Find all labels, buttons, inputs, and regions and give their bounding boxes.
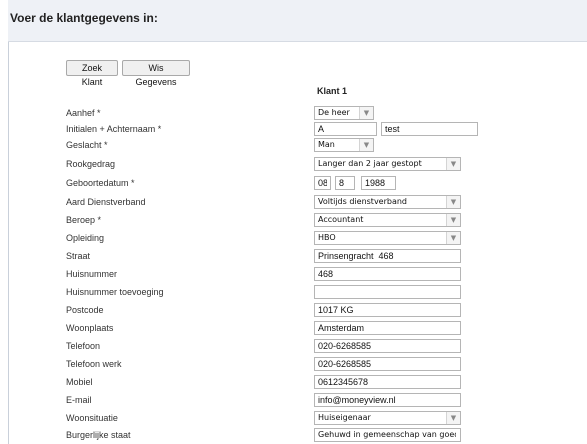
mobiel-input[interactable] bbox=[314, 375, 461, 389]
label-postcode: Postcode bbox=[66, 305, 104, 315]
label-woonplaats: Woonplaats bbox=[66, 323, 114, 333]
label-mobiel: Mobiel bbox=[66, 377, 93, 387]
row-woonplaats: Woonplaats bbox=[0, 321, 587, 335]
burgerlijke-staat-select[interactable]: Gehuwd in gemeenschap van goederen bbox=[314, 428, 461, 442]
row-straat: Straat bbox=[0, 249, 587, 263]
row-mobiel: Mobiel bbox=[0, 375, 587, 389]
row-woonsituatie: Woonsituatie Huiseigenaar ▼ bbox=[0, 411, 587, 425]
label-woonsituatie: Woonsituatie bbox=[66, 413, 118, 423]
chevron-down-icon: ▼ bbox=[359, 107, 373, 119]
row-toevoeging: Huisnummer toevoeging bbox=[0, 285, 587, 299]
geslacht-select[interactable]: Man ▼ bbox=[314, 138, 374, 152]
row-telefoon: Telefoon bbox=[0, 339, 587, 353]
label-burgerlijke-staat: Burgerlijke staat bbox=[66, 430, 131, 440]
chevron-down-icon: ▼ bbox=[446, 232, 460, 244]
label-telefoon: Telefoon bbox=[66, 341, 101, 351]
row-dienstverband: Aard Dienstverband Voltijds dienstverban… bbox=[0, 195, 587, 209]
beroep-value: Accountant bbox=[318, 215, 364, 224]
telefoon-werk-input[interactable] bbox=[314, 357, 461, 371]
opleiding-select[interactable]: HBO ▼ bbox=[314, 231, 461, 245]
dienstverband-select[interactable]: Voltijds dienstverband ▼ bbox=[314, 195, 461, 209]
chevron-down-icon: ▼ bbox=[446, 412, 460, 424]
label-rookgedrag: Rookgedrag bbox=[66, 159, 116, 169]
row-rookgedrag: Rookgedrag Langer dan 2 jaar gestopt ▼ bbox=[0, 157, 587, 171]
rookgedrag-select[interactable]: Langer dan 2 jaar gestopt ▼ bbox=[314, 157, 461, 171]
label-geboortedatum: Geboortedatum * bbox=[66, 178, 135, 188]
woonsituatie-value: Huiseigenaar bbox=[318, 413, 371, 422]
aanhef-value: De heer bbox=[318, 108, 350, 117]
label-dienstverband: Aard Dienstverband bbox=[66, 197, 146, 207]
email-input[interactable] bbox=[314, 393, 461, 407]
dienstverband-value: Voltijds dienstverband bbox=[318, 197, 408, 206]
row-opleiding: Opleiding HBO ▼ bbox=[0, 231, 587, 245]
opleiding-value: HBO bbox=[318, 233, 336, 242]
page-title: Voer de klantgegevens in: bbox=[10, 11, 158, 25]
burgerlijke-staat-value: Gehuwd in gemeenschap van goederen bbox=[318, 430, 456, 439]
rookgedrag-value: Langer dan 2 jaar gestopt bbox=[318, 159, 422, 168]
row-geboortedatum: Geboortedatum * bbox=[0, 176, 587, 190]
label-email: E-mail bbox=[66, 395, 92, 405]
straat-input[interactable] bbox=[314, 249, 461, 263]
page-header: Voer de klantgegevens in: bbox=[8, 0, 587, 42]
zoek-klant-button[interactable]: Zoek Klant bbox=[66, 60, 118, 87]
initialen-input[interactable] bbox=[314, 122, 377, 136]
label-toevoeging: Huisnummer toevoeging bbox=[66, 287, 164, 297]
aanhef-select[interactable]: De heer ▼ bbox=[314, 106, 374, 120]
label-initialen: Initialen + Achternaam * bbox=[66, 124, 162, 134]
label-aanhef: Aanhef * bbox=[66, 108, 101, 118]
row-beroep: Beroep * Accountant ▼ bbox=[0, 213, 587, 227]
geboortedatum-maand-input[interactable] bbox=[335, 176, 355, 190]
row-burgerlijke-staat: Burgerlijke staat Gehuwd in gemeenschap … bbox=[0, 428, 587, 442]
label-opleiding: Opleiding bbox=[66, 233, 105, 243]
chevron-down-icon: ▼ bbox=[359, 139, 373, 151]
woonsituatie-select[interactable]: Huiseigenaar ▼ bbox=[314, 411, 461, 425]
label-telefoon-werk: Telefoon werk bbox=[66, 359, 122, 369]
label-huisnummer: Huisnummer bbox=[66, 269, 118, 279]
huisnummer-input[interactable] bbox=[314, 267, 461, 281]
chevron-down-icon: ▼ bbox=[446, 214, 460, 226]
row-telefoon-werk: Telefoon werk bbox=[0, 357, 587, 371]
toevoeging-input[interactable] bbox=[314, 285, 461, 299]
row-email: E-mail bbox=[0, 393, 587, 407]
chevron-down-icon: ▼ bbox=[446, 196, 460, 208]
row-huisnummer: Huisnummer bbox=[0, 267, 587, 281]
chevron-down-icon: ▼ bbox=[446, 158, 460, 170]
wis-gegevens-button[interactable]: Wis Gegevens bbox=[122, 60, 190, 87]
row-aanhef: Aanhef * De heer ▼ bbox=[0, 106, 587, 120]
geboortedatum-dag-input[interactable] bbox=[314, 176, 331, 190]
label-beroep: Beroep * bbox=[66, 215, 102, 225]
column-title: Klant 1 bbox=[317, 86, 348, 96]
row-initialen: Initialen + Achternaam * bbox=[0, 122, 587, 136]
geslacht-value: Man bbox=[318, 140, 335, 149]
beroep-select[interactable]: Accountant ▼ bbox=[314, 213, 461, 227]
row-postcode: Postcode bbox=[0, 303, 587, 317]
woonplaats-input[interactable] bbox=[314, 321, 461, 335]
label-geslacht: Geslacht * bbox=[66, 140, 108, 150]
row-geslacht: Geslacht * Man ▼ bbox=[0, 138, 587, 152]
label-straat: Straat bbox=[66, 251, 91, 261]
achternaam-input[interactable] bbox=[381, 122, 478, 136]
postcode-input[interactable] bbox=[314, 303, 461, 317]
geboortedatum-jaar-input[interactable] bbox=[361, 176, 396, 190]
telefoon-input[interactable] bbox=[314, 339, 461, 353]
